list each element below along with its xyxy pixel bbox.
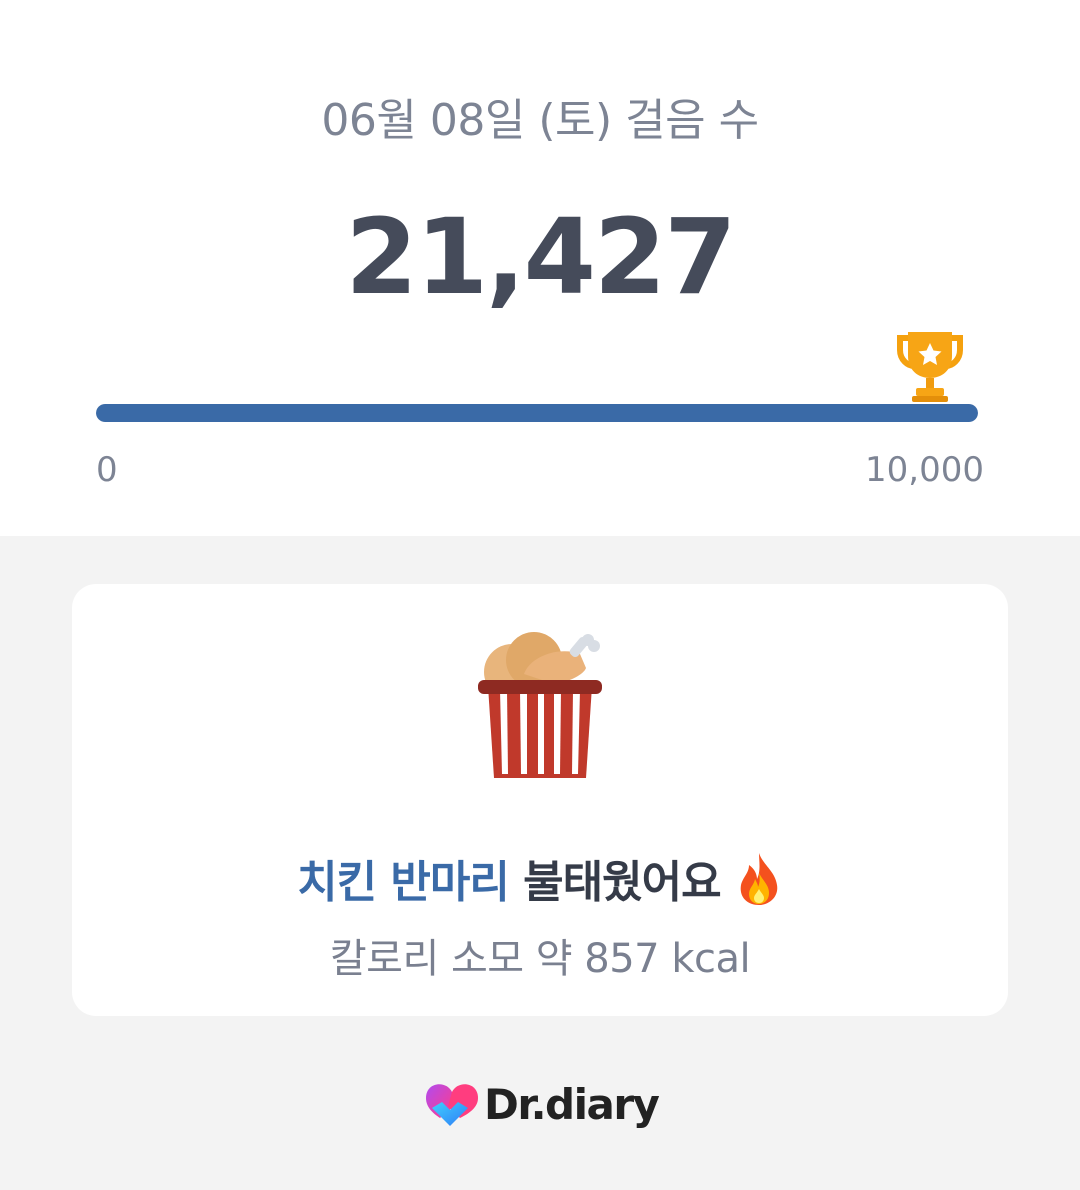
progress-min-label: 0 [96,450,118,490]
chicken-bucket-icon [478,632,602,778]
progress-goal-label: 10,000 [865,450,984,490]
calorie-card: 치킨 반마리 불태웠어요 칼로리 소모 약 857 kcal [72,584,1008,1016]
calorie-burn-text: 칼로리 소모 약 857 kcal [329,936,751,982]
date-title: 06월 08일 (토) 걸음 수 [321,95,759,146]
heart-logo-icon [426,1084,478,1126]
brand-name: Dr.diary [484,1079,660,1129]
step-count: 21,427 [345,196,736,318]
fire-icon [740,853,778,905]
brand-logo: Dr.diary [424,1076,660,1132]
steps-summary-section: 06월 08일 (토) 걸음 수 21,427 0 10,000 [0,0,1080,536]
calorie-headline: 치킨 반마리 불태웠어요 [72,846,1008,910]
food-equivalent: 치킨 반마리 [297,857,510,908]
trophy-icon [897,332,963,402]
step-progress-bar [96,404,978,422]
step-progress-fill [96,404,978,422]
headline-rest: 불태웠어요 [508,857,735,908]
